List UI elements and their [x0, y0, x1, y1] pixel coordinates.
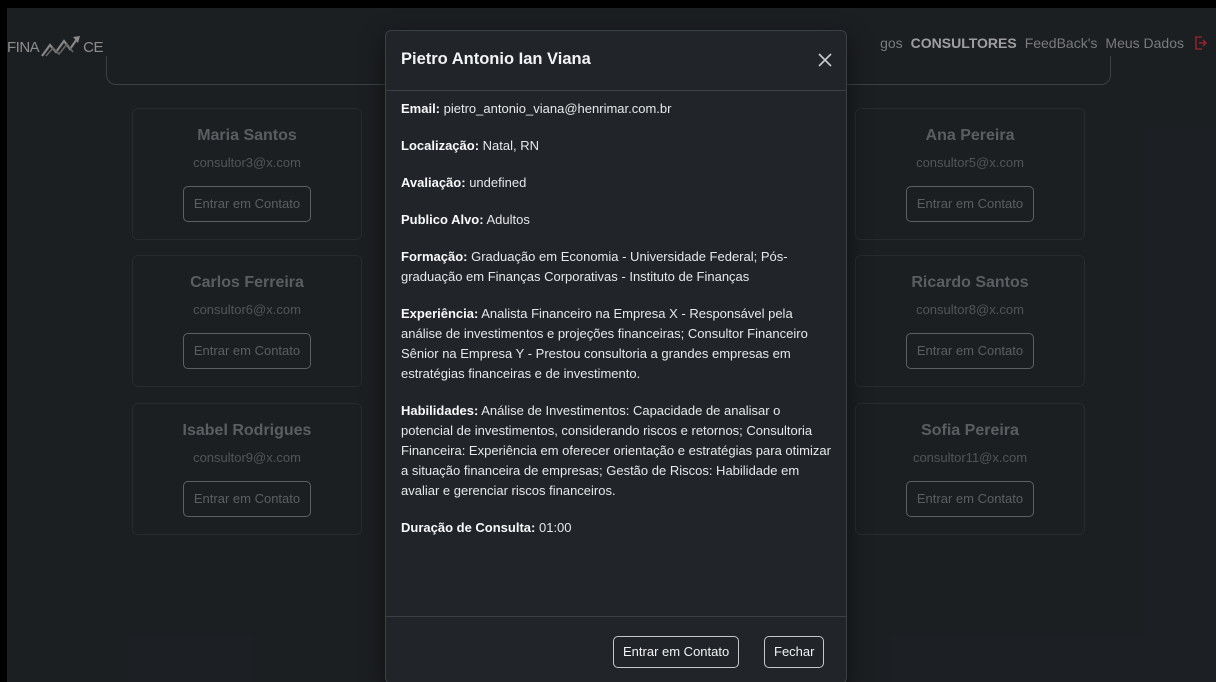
modal-footer: Entrar em Contato Fechar — [386, 616, 846, 682]
modal-contact-button[interactable]: Entrar em Contato — [613, 636, 740, 668]
field-label: Experiência: — [401, 306, 479, 321]
field-location: Localização: Natal, RN — [401, 136, 833, 156]
field-label: Email: — [401, 101, 441, 116]
consultant-modal: Pietro Antonio Ian Viana Email: pietro_a… — [385, 30, 847, 682]
field-label: Habilidades: — [401, 403, 479, 418]
field-label: Formação: — [401, 249, 468, 264]
field-experience: Experiência: Analista Financeiro na Empr… — [401, 304, 833, 384]
field-email: Email: pietro_antonio_viana@henrimar.com… — [401, 99, 833, 119]
field-label: Localização: — [401, 138, 480, 153]
modal-title: Pietro Antonio Ian Viana — [401, 50, 591, 68]
field-audience: Publico Alvo: Adultos — [401, 210, 833, 230]
field-value: Natal, RN — [482, 138, 540, 153]
field-label: Avaliação: — [401, 175, 466, 190]
modal-header: Pietro Antonio Ian Viana — [386, 31, 846, 91]
modal-close-button[interactable]: Fechar — [764, 636, 825, 668]
field-skills: Habilidades: Análise de Investimentos: C… — [401, 401, 833, 501]
field-value: undefined — [469, 175, 527, 190]
field-value: pietro_antonio_viana@henrimar.com.br — [443, 101, 672, 116]
modal-body: Email: pietro_antonio_viana@henrimar.com… — [401, 99, 833, 555]
field-value: 01:00 — [538, 520, 572, 535]
field-value: Adultos — [486, 212, 530, 227]
field-duration: Duração de Consulta: 01:00 — [401, 518, 833, 538]
field-education: Formação: Graduação em Economia - Univer… — [401, 247, 833, 287]
field-label: Duração de Consulta: — [401, 520, 536, 535]
close-icon[interactable] — [814, 49, 836, 71]
app-window: FINA CE gos CONSULTORES FeedBack's Meus … — [7, 8, 1216, 682]
field-label: Publico Alvo: — [401, 212, 484, 227]
field-rating: Avaliação: undefined — [401, 173, 833, 193]
